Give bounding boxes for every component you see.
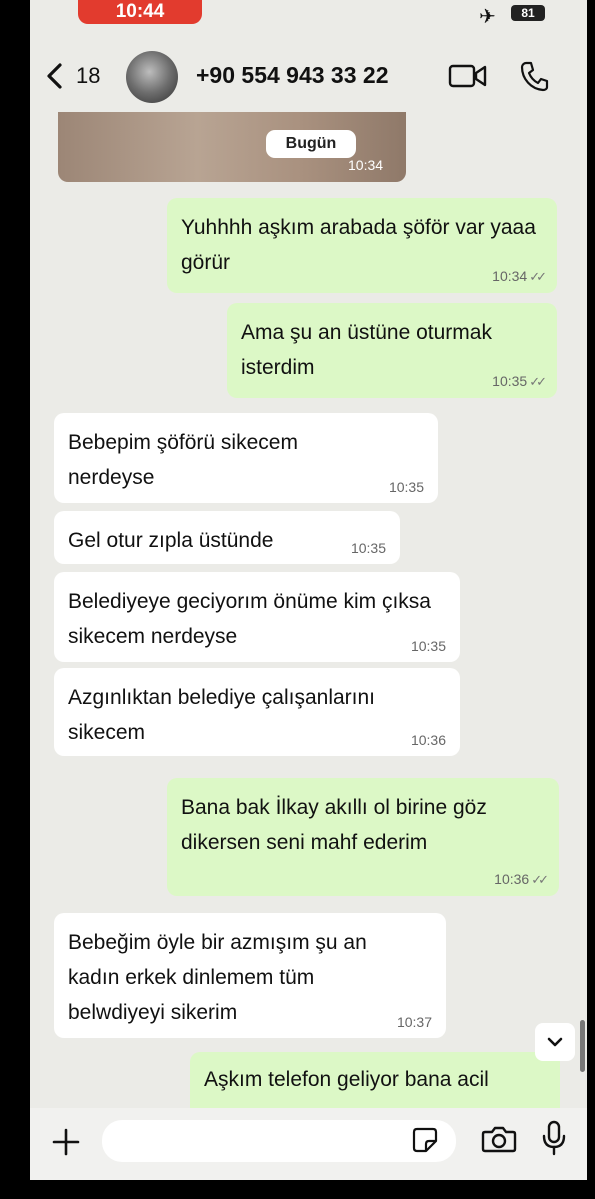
message-text: Belediyeye geciyorım önüme kim çıksa sik…: [68, 590, 431, 648]
message-time: 10:35: [388, 479, 424, 495]
message-time: 10:36: [410, 732, 446, 748]
composer-bar: [30, 1108, 587, 1180]
message-time: 10:37: [396, 1014, 432, 1030]
message-text: Gel otur zıpla üstünde: [68, 529, 274, 552]
date-chip: Bugün: [266, 130, 356, 158]
status-time: 10:44: [78, 0, 202, 24]
outgoing-message[interactable]: Yuhhhh aşkım arabada şöför var yaaa görü…: [167, 198, 557, 293]
read-ticks-icon: ✓✓: [529, 269, 547, 284]
chat-header: 18 +90 554 943 33 22: [30, 40, 587, 110]
camera-icon[interactable]: [481, 1124, 517, 1154]
video-call-icon[interactable]: [448, 62, 488, 90]
message-time: 10:35: [410, 638, 446, 654]
message-time: 10:35: [350, 540, 386, 556]
message-text: Bebeğim öyle bir azmışım şu an kadın erk…: [68, 931, 367, 1024]
outgoing-message[interactable]: Ama şu an üstüne oturmak isterdim 10:35 ✓…: [227, 303, 557, 398]
message-text: Bana bak İlkay akıllı ol birine göz dike…: [181, 796, 487, 854]
contact-name[interactable]: +90 554 943 33 22: [196, 62, 389, 89]
read-ticks-icon: ✓✓: [529, 374, 547, 389]
incoming-message[interactable]: Bebepim şöförü sikecem nerdeyse 10:35: [54, 413, 438, 503]
message-text: Aşkım telefon geliyor bana acil: [204, 1068, 489, 1091]
unread-count[interactable]: 18: [76, 63, 100, 89]
phone-call-icon[interactable]: [519, 60, 549, 92]
chat-screen: 10:44 ✈ 81 18 +90 554 943 33 22 Bugün 10…: [30, 0, 587, 1199]
scrollbar[interactable]: [580, 1020, 585, 1072]
incoming-message[interactable]: Azgınlıktan belediye çalışanlarını sikec…: [54, 668, 460, 756]
read-ticks-icon: ✓✓: [531, 872, 549, 887]
sticker-icon[interactable]: [412, 1127, 438, 1153]
image-message-time: 10:34: [348, 157, 384, 173]
incoming-message[interactable]: Bebeğim öyle bir azmışım şu an kadın erk…: [54, 913, 446, 1038]
contact-avatar[interactable]: [126, 51, 178, 103]
message-input[interactable]: [102, 1120, 456, 1162]
back-chevron-icon[interactable]: [44, 62, 64, 90]
message-time: 10:36: [494, 871, 530, 887]
airplane-mode-icon: ✈: [479, 6, 496, 28]
incoming-message[interactable]: Belediyeye geciyorım önüme kim çıksa sik…: [54, 572, 460, 662]
message-time: 10:35: [492, 373, 528, 389]
message-text: Yuhhhh aşkım arabada şöför var yaaa görü…: [181, 216, 536, 274]
chevron-down-icon: [547, 1037, 563, 1047]
battery-indicator: 81: [511, 5, 545, 21]
microphone-icon[interactable]: [541, 1120, 567, 1156]
device-frame: 10:44 ✈ 81 18 +90 554 943 33 22 Bugün 10…: [0, 0, 595, 1199]
scroll-to-bottom-button[interactable]: [535, 1023, 575, 1061]
bottom-border: [0, 1180, 595, 1199]
incoming-message[interactable]: Gel otur zıpla üstünde 10:35: [54, 511, 400, 564]
message-time: 10:34: [492, 268, 528, 284]
message-text: Bebepim şöförü sikecem nerdeyse: [68, 431, 298, 489]
message-text: Azgınlıktan belediye çalışanlarını sikec…: [68, 686, 376, 744]
outgoing-message[interactable]: Bana bak İlkay akıllı ol birine göz dike…: [167, 778, 559, 896]
plus-icon[interactable]: [52, 1128, 80, 1156]
